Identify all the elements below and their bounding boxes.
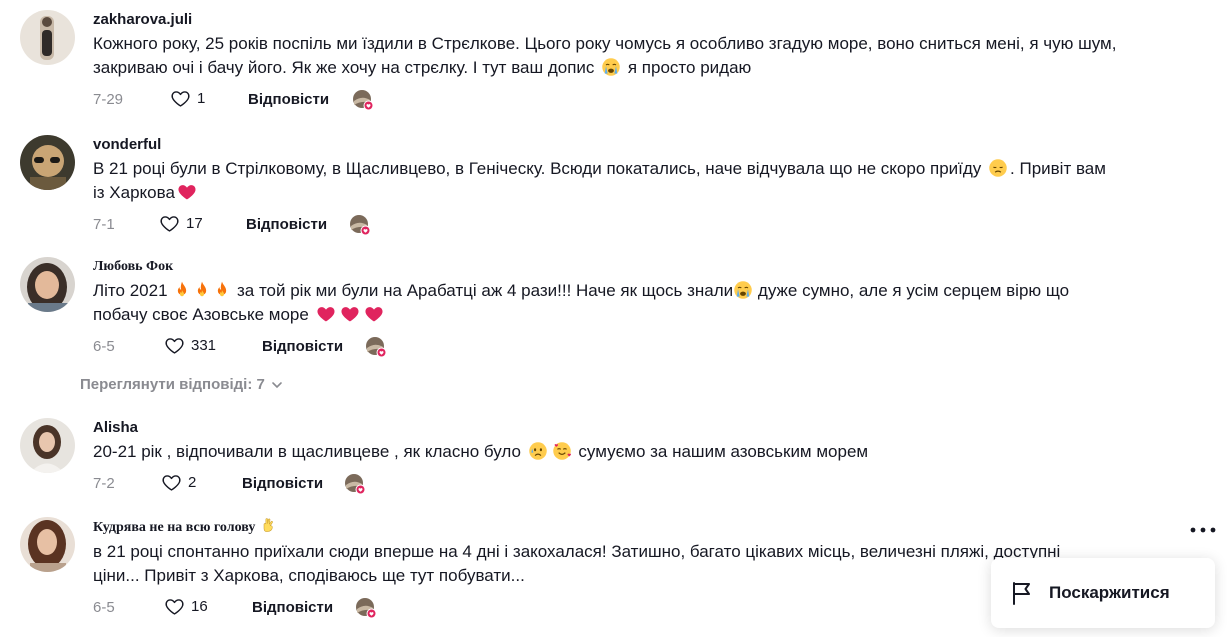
creator-liked-icon [365, 336, 387, 358]
heart-outline-icon [161, 472, 182, 493]
view-replies-button[interactable]: Переглянути відповіді: 7 [80, 376, 283, 393]
red-heart-emoji-icon [316, 304, 336, 324]
creator-liked-icon [355, 597, 377, 619]
red-heart-emoji-icon [340, 304, 360, 324]
like-button[interactable]: 16 [164, 596, 208, 617]
comment-text: В 21 році були в Стрілковому, в Щасливце… [93, 158, 1106, 202]
avatar[interactable] [20, 10, 75, 65]
chevron-down-icon [272, 381, 282, 388]
heart-outline-icon [159, 213, 180, 234]
comment-date: 7-29 [93, 91, 124, 108]
red-heart-emoji-icon [177, 182, 197, 202]
username[interactable]: vonderful [93, 135, 1183, 155]
crying-emoji-icon [733, 280, 753, 300]
ok-hand-emoji-icon [261, 517, 277, 533]
report-menu: Поскаржитися [991, 558, 1215, 628]
red-heart-emoji-icon [364, 304, 384, 324]
like-count: 331 [191, 337, 217, 354]
report-menu-item[interactable]: Поскаржитися [991, 580, 1170, 606]
username[interactable]: Alisha [93, 418, 1183, 438]
comment-meta: 7-1 17 Відповісти [93, 213, 1183, 239]
fire-emoji-icon [192, 280, 212, 300]
creator-liked-icon [349, 214, 371, 236]
username[interactable]: Любовь Фок [93, 257, 1183, 277]
like-button[interactable]: 17 [159, 213, 203, 234]
username[interactable]: zakharova.juli [93, 10, 1183, 30]
like-count: 16 [191, 598, 208, 615]
fire-emoji-icon [172, 280, 192, 300]
fire-emoji-icon [212, 280, 232, 300]
view-replies-label: Переглянути відповіді: 7 [80, 376, 265, 393]
comment-date: 7-2 [93, 475, 115, 492]
reply-button[interactable]: Відповісти [246, 216, 327, 233]
comment-date: 6-5 [93, 338, 115, 355]
more-icon [1190, 527, 1216, 533]
username[interactable]: Кудрява не на всю голову [93, 517, 1183, 538]
heart-outline-icon [164, 596, 185, 617]
worried-face-emoji-icon [528, 441, 548, 461]
comment-text: Літо 2021 за той рік ми були на Арабатці… [93, 280, 1070, 324]
creator-liked-icon [352, 89, 374, 111]
like-button[interactable]: 2 [161, 472, 196, 493]
avatar[interactable] [20, 135, 75, 190]
crying-emoji-icon [601, 57, 621, 77]
like-count: 1 [197, 90, 206, 107]
avatar[interactable] [20, 418, 75, 473]
sad-face-emoji-icon [988, 158, 1008, 178]
like-button[interactable]: 1 [170, 88, 205, 109]
heart-outline-icon [170, 88, 191, 109]
like-button[interactable]: 331 [164, 335, 216, 356]
comment-meta: 6-5 331 Відповісти [93, 335, 1183, 361]
heart-outline-icon [164, 335, 185, 356]
comment-meta: 7-29 1 Відповісти [93, 88, 1183, 114]
like-count: 17 [186, 215, 203, 232]
avatar[interactable] [20, 257, 75, 312]
creator-liked-icon [344, 473, 366, 495]
flag-icon [1013, 582, 1030, 605]
comment-text: Кожного року, 25 років поспіль ми їздили… [93, 34, 1117, 77]
reply-button[interactable]: Відповісти [242, 475, 323, 492]
like-count: 2 [188, 474, 197, 491]
avatar[interactable] [20, 517, 75, 572]
reply-button[interactable]: Відповісти [248, 91, 329, 108]
smiling-face-with-hearts-emoji-icon [552, 441, 572, 461]
comment-text: 20-21 рік , відпочивали в щасливцеве , я… [93, 441, 869, 461]
comment-meta: 7-2 2 Відповісти [93, 472, 1183, 498]
comment-date: 7-1 [93, 216, 115, 233]
comment-date: 6-5 [93, 599, 115, 616]
more-options-button[interactable] [1188, 518, 1218, 542]
report-label: Поскаржитися [1049, 583, 1170, 602]
reply-button[interactable]: Відповісти [252, 599, 333, 616]
reply-button[interactable]: Відповісти [262, 338, 343, 355]
